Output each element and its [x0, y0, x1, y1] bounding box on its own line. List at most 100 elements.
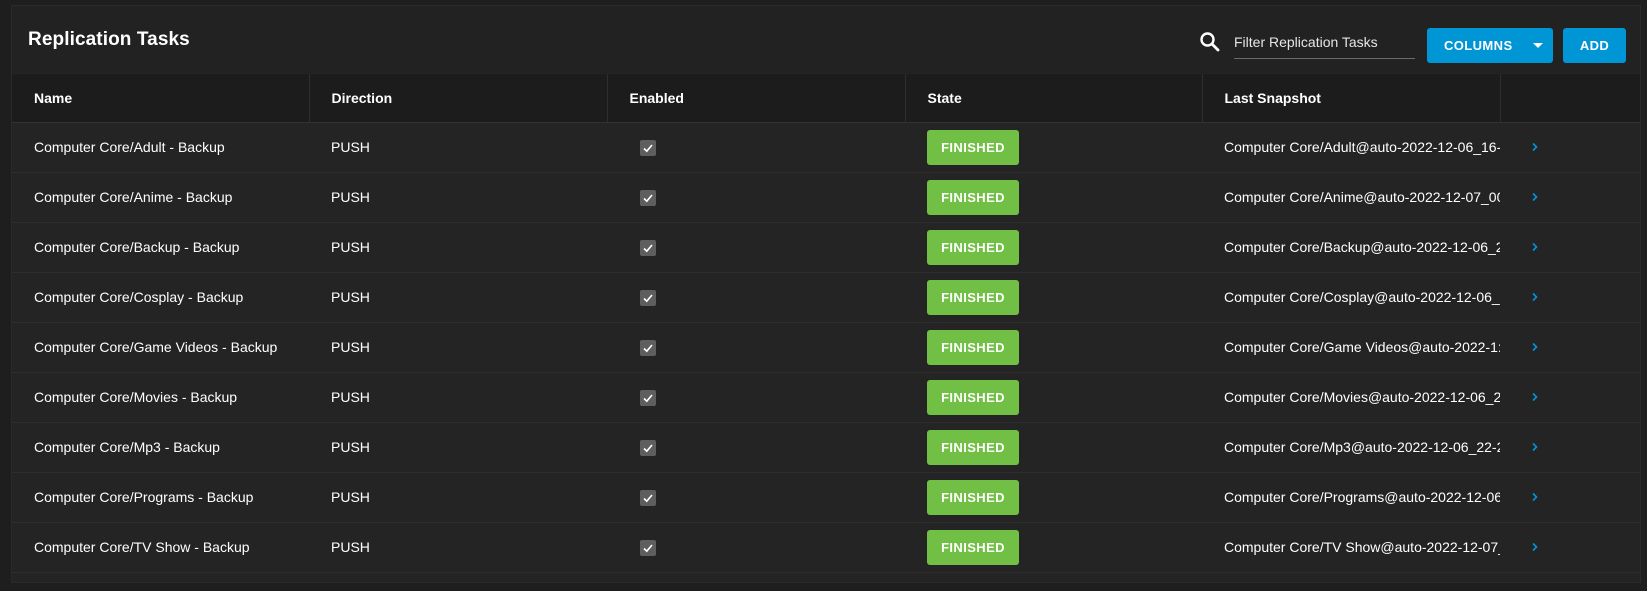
task-actions	[1500, 472, 1640, 522]
task-last-snapshot: Computer Core/Adult@auto-2022-12-06_16-	[1224, 139, 1500, 155]
task-actions	[1500, 522, 1640, 572]
column-header-state[interactable]: State	[905, 74, 1203, 123]
task-name: Computer Core/TV Show - Backup	[34, 539, 250, 555]
task-enabled	[607, 122, 905, 172]
task-enabled	[607, 472, 905, 522]
task-state: FINISHED	[905, 472, 1202, 522]
check-icon	[643, 344, 653, 353]
enabled-checkbox[interactable]	[640, 189, 656, 206]
state-badge[interactable]: FINISHED	[927, 379, 1019, 415]
task-name: Computer Core/Mp3 - Backup	[34, 439, 220, 455]
caret-down-icon[interactable]	[1533, 43, 1543, 48]
table-row[interactable]: Computer Core/Movies - Backup PUSH FINISHE…	[12, 372, 1640, 422]
table-row[interactable]: Computer Core/Anime - Backup PUSH FINISHED…	[12, 172, 1640, 222]
task-state: FINISHED	[905, 372, 1202, 422]
task-last-snapshot: Computer Core/TV Show@auto-2022-12-07_	[1224, 539, 1500, 555]
chevron-right-icon[interactable]	[1522, 389, 1539, 405]
column-header-direction[interactable]: Direction	[309, 74, 608, 123]
chevron-right-icon[interactable]	[1522, 539, 1539, 555]
state-badge[interactable]: FINISHED	[927, 429, 1019, 465]
chevron-right-icon[interactable]	[1522, 439, 1539, 455]
check-icon	[643, 494, 653, 503]
state-badge[interactable]: FINISHED	[927, 479, 1019, 515]
columns-button[interactable]: COLUMNS	[1427, 28, 1553, 63]
chevron-right-icon[interactable]	[1522, 339, 1539, 355]
columns-button-label: COLUMNS	[1444, 38, 1513, 53]
table-row[interactable]: Computer Core/Mp3 - Backup PUSH FINISHED Co…	[12, 422, 1640, 472]
task-actions	[1500, 122, 1640, 172]
task-actions	[1500, 422, 1640, 472]
chevron-right-icon[interactable]	[1522, 139, 1539, 155]
task-last-snapshot: Computer Core/Programs@auto-2022-12-06	[1224, 489, 1500, 505]
chevron-right-icon[interactable]	[1522, 289, 1539, 305]
task-enabled	[607, 372, 905, 422]
table-row[interactable]: Computer Core/Adult - Backup PUSH FINISHED…	[12, 122, 1640, 172]
check-icon	[643, 244, 653, 253]
table-row[interactable]: Computer Core/Game Videos - Backup PUSH FI…	[12, 322, 1640, 372]
check-icon	[643, 144, 653, 153]
task-state: FINISHED	[905, 122, 1202, 172]
state-badge[interactable]: FINISHED	[927, 179, 1019, 215]
column-header-actions	[1500, 74, 1640, 123]
enabled-checkbox[interactable]	[640, 289, 656, 306]
column-header-enabled[interactable]: Enabled	[607, 74, 906, 123]
task-name: Computer Core/Backup - Backup	[34, 239, 240, 255]
table-body: Computer Core/Adult - Backup PUSH FINISHED…	[12, 122, 1640, 572]
state-badge[interactable]: FINISHED	[927, 129, 1019, 165]
task-actions	[1500, 222, 1640, 272]
table-row[interactable]: Computer Core/Cosplay - Backup PUSH FINISH…	[12, 272, 1640, 322]
page-title: Replication Tasks	[28, 29, 190, 50]
check-icon	[643, 544, 653, 553]
task-name: Computer Core/Cosplay - Backup	[34, 289, 244, 305]
task-direction: PUSH	[331, 139, 370, 155]
task-direction: PUSH	[331, 539, 370, 555]
enabled-checkbox[interactable]	[640, 339, 656, 356]
task-name: Computer Core/Game Videos - Backup	[34, 339, 278, 355]
task-enabled	[607, 222, 905, 272]
task-last-snapshot: Computer Core/Game Videos@auto-2022-1:	[1224, 339, 1500, 355]
task-direction: PUSH	[331, 439, 370, 455]
task-name: Computer Core/Movies - Backup	[34, 389, 238, 405]
chevron-right-icon[interactable]	[1522, 239, 1539, 255]
enabled-checkbox[interactable]	[640, 389, 656, 406]
check-icon	[643, 394, 653, 403]
enabled-checkbox[interactable]	[640, 139, 656, 156]
task-state: FINISHED	[905, 422, 1202, 472]
state-badge[interactable]: FINISHED	[927, 229, 1019, 265]
table-row[interactable]: Computer Core/TV Show - Backup PUSH FINISH…	[12, 522, 1640, 572]
enabled-checkbox[interactable]	[640, 489, 656, 506]
chevron-right-icon[interactable]	[1522, 489, 1539, 505]
task-state: FINISHED	[905, 222, 1202, 272]
task-actions	[1500, 272, 1640, 322]
task-state: FINISHED	[905, 172, 1202, 222]
enabled-checkbox[interactable]	[640, 539, 656, 556]
task-last-snapshot: Computer Core/Mp3@auto-2022-12-06_22-2	[1224, 439, 1500, 455]
search-input[interactable]	[1234, 30, 1415, 54]
add-button[interactable]: ADD	[1563, 28, 1626, 63]
task-direction: PUSH	[331, 489, 370, 505]
card-header: Replication Tasks COLUMNS ADD	[12, 6, 1640, 73]
check-icon	[643, 294, 653, 303]
add-button-label: ADD	[1579, 38, 1610, 53]
task-direction: PUSH	[331, 389, 370, 405]
task-actions	[1500, 372, 1640, 422]
task-last-snapshot: Computer Core/Backup@auto-2022-12-06_2	[1224, 239, 1500, 255]
replication-tasks-table: Name Direction Enabled State Last Snapsh…	[12, 74, 1640, 573]
replication-tasks-card: Replication Tasks COLUMNS ADD Name	[11, 5, 1641, 583]
task-direction: PUSH	[331, 289, 370, 305]
task-direction: PUSH	[331, 239, 370, 255]
task-enabled	[607, 272, 905, 322]
chevron-right-icon[interactable]	[1522, 189, 1539, 205]
table-row[interactable]: Computer Core/Programs - Backup PUSH FINIS…	[12, 472, 1640, 522]
state-badge[interactable]: FINISHED	[927, 329, 1019, 365]
column-header-name[interactable]: Name	[12, 74, 310, 123]
task-direction: PUSH	[331, 339, 370, 355]
enabled-checkbox[interactable]	[640, 439, 656, 456]
enabled-checkbox[interactable]	[640, 239, 656, 256]
table-row[interactable]: Computer Core/Backup - Backup PUSH FINISHE…	[12, 222, 1640, 272]
state-badge[interactable]: FINISHED	[927, 529, 1019, 565]
task-actions	[1500, 172, 1640, 222]
column-header-last-snapshot[interactable]: Last Snapshot	[1202, 74, 1501, 123]
state-badge[interactable]: FINISHED	[927, 279, 1019, 315]
task-direction: PUSH	[331, 189, 370, 205]
